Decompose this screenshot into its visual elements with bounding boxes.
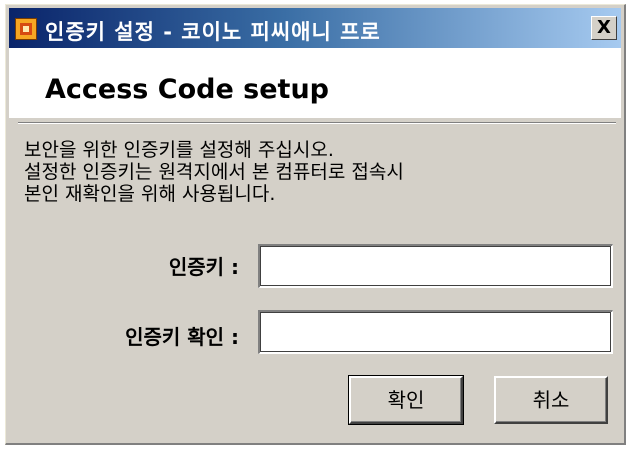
page-title: Access Code setup xyxy=(45,74,330,105)
app-icon xyxy=(15,18,37,40)
instructions-line: 보안을 위한 인증키를 설정해 주십시오. xyxy=(24,139,334,161)
ok-button[interactable]: 확인 xyxy=(348,375,464,425)
cancel-button[interactable]: 취소 xyxy=(494,376,608,424)
header-panel: Access Code setup xyxy=(9,48,621,118)
instructions-line: 본인 재확인을 위해 사용됩니다. xyxy=(24,183,276,205)
window-title: 인증키 설정 - 코이노 피씨애니 프로 xyxy=(45,20,381,44)
access-key-confirm-input[interactable] xyxy=(258,310,613,354)
access-key-confirm-label: 인증키 확인 : xyxy=(125,325,239,349)
dialog-window: 인증키 설정 - 코이노 피씨애니 프로 X Access Code setup… xyxy=(5,4,626,445)
divider xyxy=(18,122,616,124)
access-key-label: 인증키 : xyxy=(168,255,239,279)
title-bar[interactable]: 인증키 설정 - 코이노 피씨애니 프로 X xyxy=(9,8,621,48)
instructions-text: 보안을 위한 인증키를 설정해 주십시오. 설정한 인증키는 원격지에서 본 컴… xyxy=(24,139,614,205)
access-key-input[interactable] xyxy=(258,244,613,288)
instructions-line: 설정한 인증키는 원격지에서 본 컴퓨터로 접속시 xyxy=(24,161,404,183)
close-button[interactable]: X xyxy=(591,16,617,40)
